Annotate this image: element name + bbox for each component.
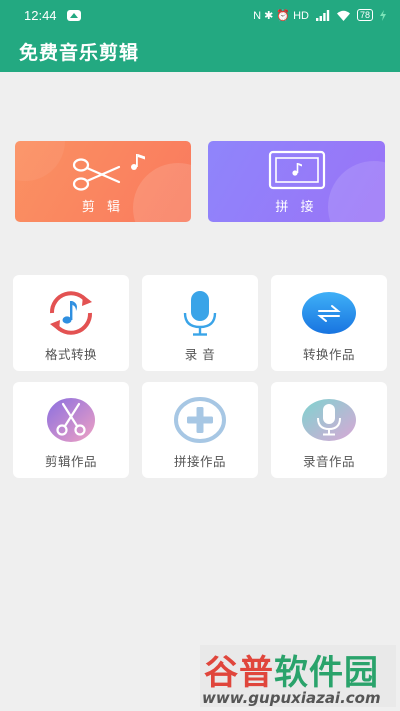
join-works-label: 拼接作品: [173, 454, 226, 469]
recording-works-icon: [302, 399, 356, 441]
format-convert-label: 格式转换: [44, 347, 97, 362]
converted-works-tile[interactable]: 转换作品: [271, 275, 387, 371]
page-title: 免费音乐剪辑: [19, 41, 140, 64]
format-convert-tile[interactable]: 格式转换: [13, 275, 129, 371]
record-tile[interactable]: 录 音: [142, 275, 258, 371]
status-time: 12:44: [24, 7, 57, 23]
watermark: 谷普软件园 www.gupuxiazai.com: [200, 645, 396, 707]
recording-works-tile[interactable]: 录音作品: [271, 382, 387, 478]
cut-card-label: 剪 辑: [81, 200, 125, 215]
status-indicators: N ✱ ⏰ HD 78: [253, 9, 386, 22]
join-card-label: 拼 接: [275, 200, 318, 215]
cut-works-label: 剪辑作品: [44, 454, 97, 469]
status-bar: 12:44 N ✱ ⏰ HD 78: [0, 0, 400, 30]
converted-works-icon: [302, 292, 356, 334]
screen-music-icon: [268, 150, 326, 190]
wifi-icon: [336, 10, 350, 21]
battery-icon: 78: [356, 9, 373, 21]
cut-works-tile[interactable]: 剪辑作品: [13, 382, 129, 478]
cut-works-icon: [47, 398, 95, 442]
join-card[interactable]: 拼 接: [208, 141, 385, 222]
watermark-url: www.gupuxiazai.com: [202, 689, 381, 707]
cut-card[interactable]: 剪 辑: [15, 141, 191, 222]
notification-icon: [66, 9, 81, 21]
signal-icon: [315, 9, 330, 21]
watermark-brand: 谷普软件园: [204, 653, 379, 693]
app-bar: 免费音乐剪辑: [0, 30, 400, 72]
join-works-icon: [174, 397, 226, 443]
microphone-icon: [183, 291, 217, 336]
decor-blob: [15, 141, 65, 181]
recording-works-label: 录音作品: [302, 454, 355, 469]
format-convert-icon: [49, 291, 93, 335]
charging-icon: [380, 9, 386, 21]
record-label: 录 音: [184, 347, 216, 362]
scissors-music-icon: [72, 154, 145, 191]
join-works-tile[interactable]: 拼接作品: [142, 382, 258, 478]
converted-works-label: 转换作品: [302, 347, 355, 362]
status-indicator-text: N ✱ ⏰ HD: [253, 9, 309, 22]
